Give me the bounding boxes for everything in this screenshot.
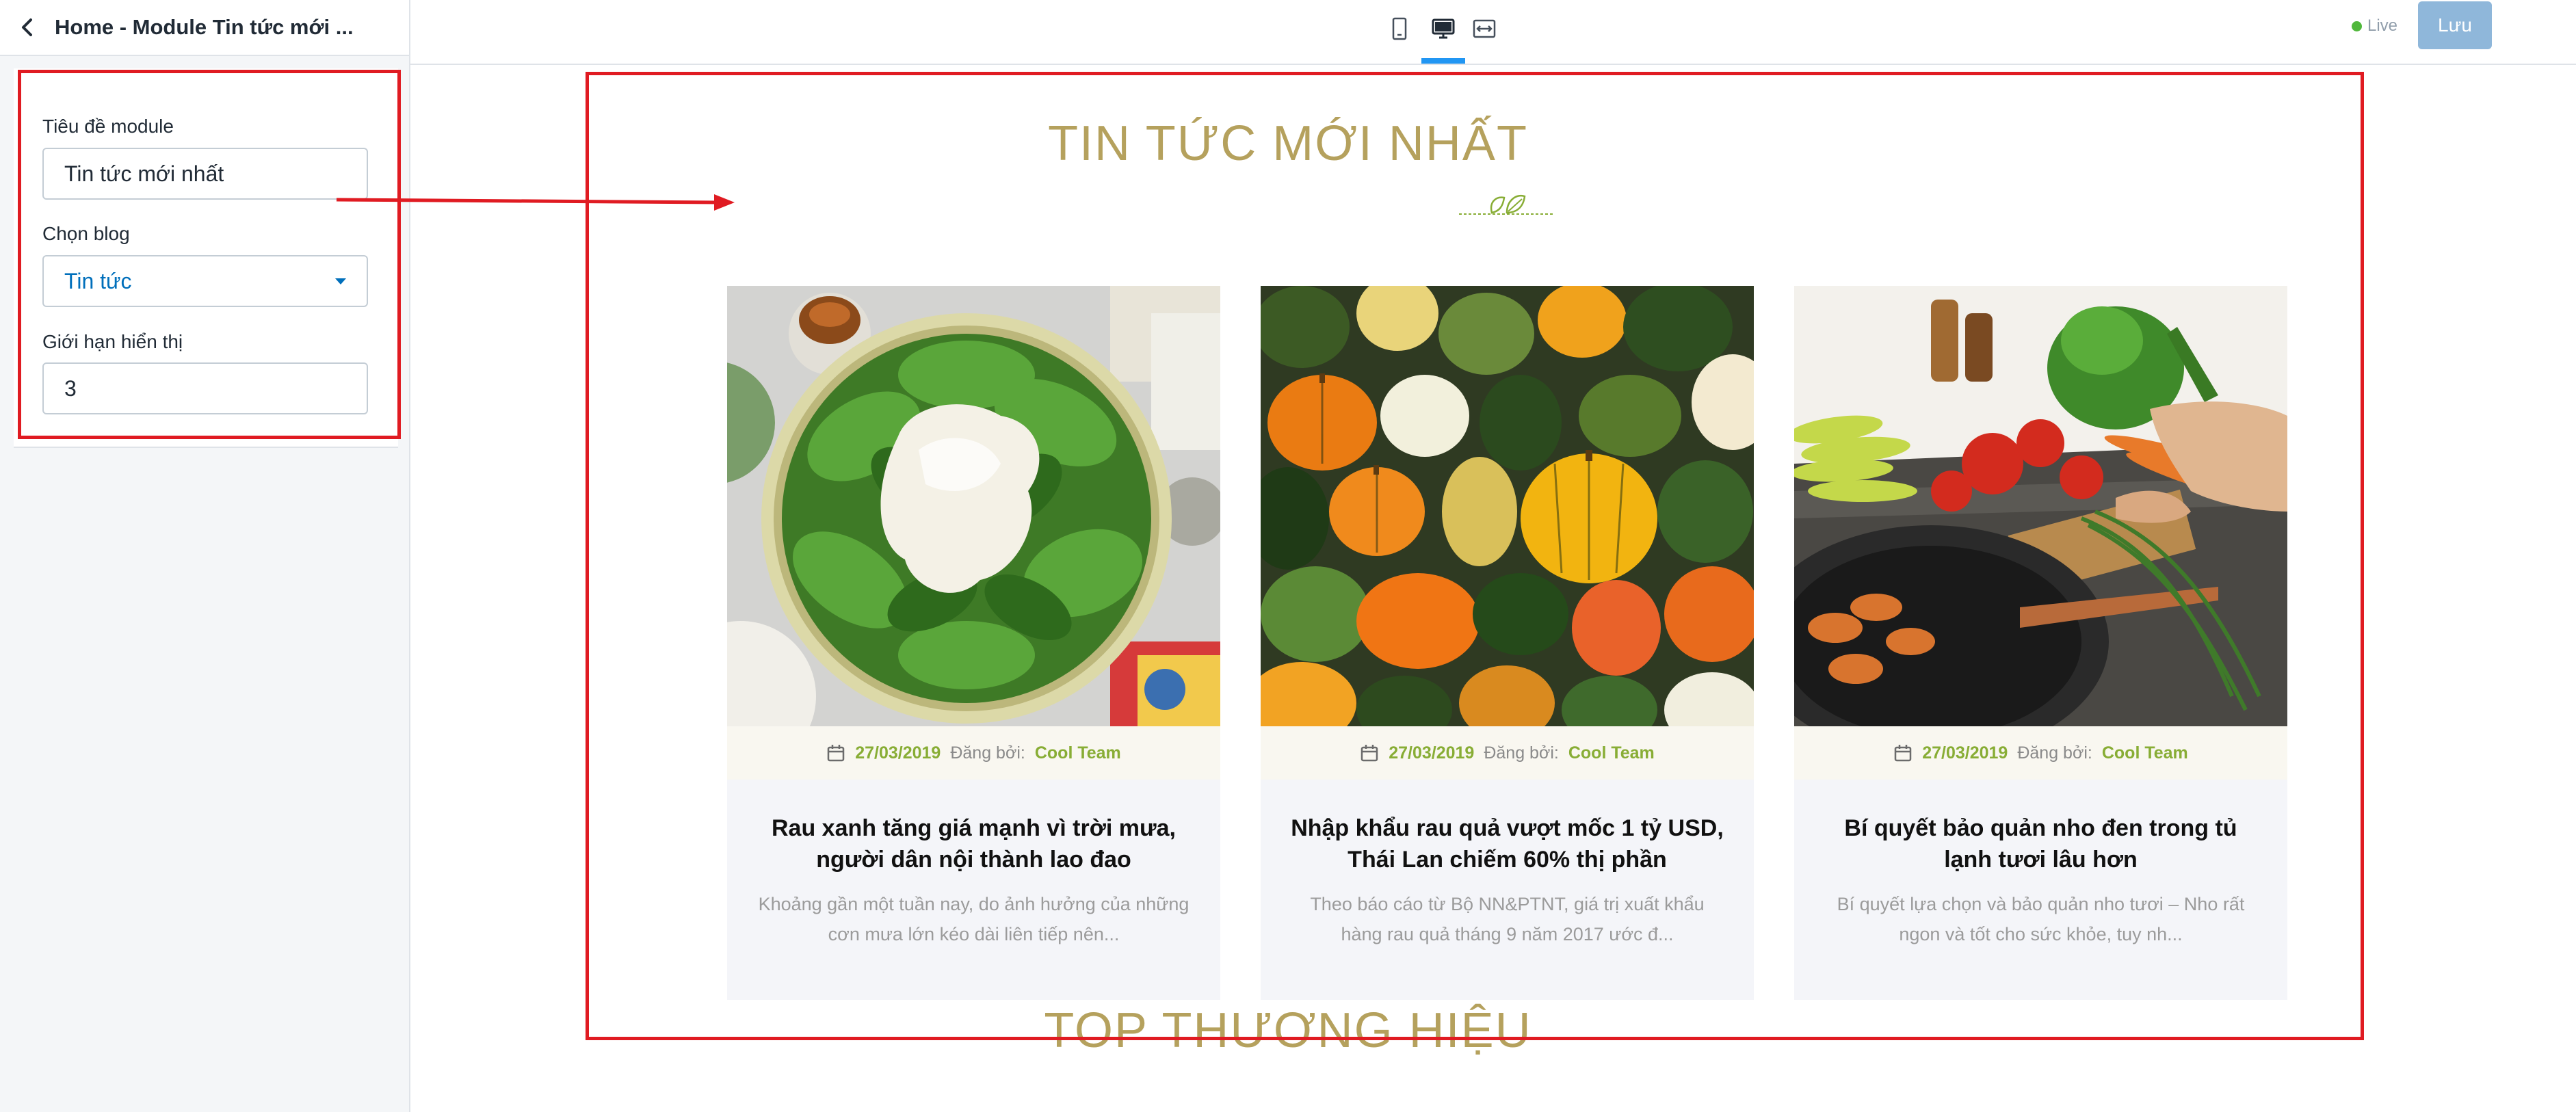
blog-card[interactable]: 27/03/2019 Đăng bởi: Cool Team Nhập khẩu…	[1261, 286, 1754, 1000]
sidebar-title: Home - Module Tin tức mới ...	[55, 15, 354, 39]
live-dot-icon	[2352, 21, 2362, 31]
post-date: 27/03/2019	[1389, 743, 1475, 763]
calendar-icon	[1360, 743, 1379, 763]
mobile-view-button[interactable]	[1383, 14, 1416, 44]
desktop-icon	[1432, 18, 1455, 39]
limit-input[interactable]: 3	[42, 362, 368, 414]
salad-bowl-image[interactable]	[727, 286, 1220, 726]
editor-topbar: Live Lưu	[410, 0, 2576, 65]
posted-by-label: Đăng bởi:	[950, 743, 1025, 763]
kitchen-vegetables-image[interactable]	[1794, 286, 2287, 726]
post-excerpt: Theo báo cáo từ Bộ NN&PTNT, giá trị xuất…	[1310, 894, 1705, 944]
blog-select[interactable]: Tin tức	[42, 255, 368, 307]
sidebar-header: Home - Module Tin tức mới ...	[0, 0, 409, 56]
posted-by-label: Đăng bởi:	[2017, 743, 2092, 763]
post-title[interactable]: Rau xanh tăng giá mạnh vì trời mưa, ngườ…	[754, 812, 1193, 875]
live-status-label: Live	[2367, 16, 2398, 35]
post-title[interactable]: Bí quyết bảo quản nho đen trong tủ lạnh …	[1822, 812, 2260, 875]
limit-label: Giới hạn hiển thị	[42, 331, 183, 352]
post-meta: 27/03/2019 Đăng bởi: Cool Team	[1261, 726, 1754, 780]
post-title[interactable]: Nhập khẩu rau quả vượt mốc 1 tỷ USD, Thá…	[1288, 812, 1726, 875]
leaf-divider-icon	[1459, 194, 1555, 215]
fullwidth-view-button[interactable]	[1468, 14, 1501, 44]
calendar-icon	[826, 743, 845, 763]
blog-card[interactable]: 27/03/2019 Đăng bởi: Cool Team Bí quyết …	[1794, 286, 2287, 1000]
post-meta: 27/03/2019 Đăng bởi: Cool Team	[1794, 726, 2287, 780]
mobile-icon	[1392, 17, 1407, 40]
desktop-view-button[interactable]	[1427, 14, 1460, 44]
save-button[interactable]: Lưu	[2418, 1, 2492, 49]
post-excerpt: Khoảng gần một tuần nay, do ảnh hưởng củ…	[758, 894, 1190, 944]
blog-select-value: Tin tức	[64, 268, 132, 293]
post-date: 27/03/2019	[855, 743, 941, 763]
live-status: Live	[2352, 16, 2397, 36]
post-meta: 27/03/2019 Đăng bởi: Cool Team	[727, 726, 1220, 780]
brands-section-title: TOP THƯƠNG HIỆU	[1044, 1003, 1532, 1058]
post-author-link[interactable]: Cool Team	[2102, 743, 2188, 763]
posted-by-label: Đăng bởi:	[1484, 743, 1559, 763]
blog-select-label: Chọn blog	[42, 223, 130, 244]
post-excerpt: Bí quyết lựa chọn và bảo quản nho tươi –…	[1837, 894, 2245, 944]
blog-card[interactable]: 27/03/2019 Đăng bởi: Cool Team Rau xanh …	[727, 286, 1220, 1000]
calendar-icon	[1893, 743, 1913, 763]
post-date: 27/03/2019	[1922, 743, 2008, 763]
back-arrow-icon[interactable]	[15, 15, 40, 40]
dropdown-caret-icon	[335, 278, 346, 284]
active-device-indicator	[1421, 58, 1465, 64]
fullwidth-icon	[1473, 19, 1496, 38]
post-author-link[interactable]: Cool Team	[1568, 743, 1655, 763]
pumpkins-image[interactable]	[1261, 286, 1754, 726]
news-section-title[interactable]: TIN TỨC MỚI NHẤT	[0, 115, 2576, 172]
post-author-link[interactable]: Cool Team	[1035, 743, 1121, 763]
